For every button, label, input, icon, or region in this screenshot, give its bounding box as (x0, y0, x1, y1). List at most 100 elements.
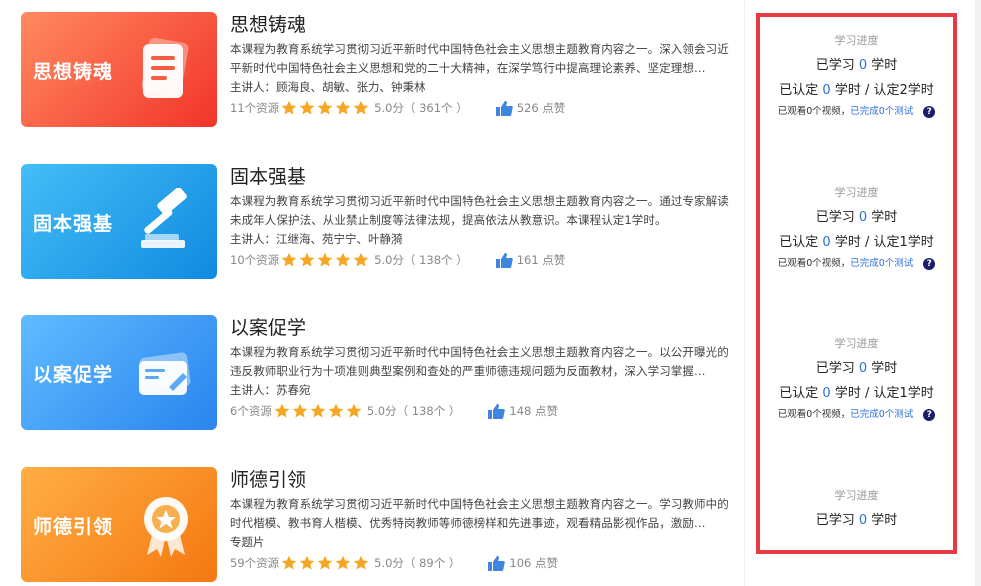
certified-hours: 已认定 0 学时 / 认定2学时 (779, 83, 934, 98)
thumbnail-label: 固本强基 (33, 213, 114, 235)
progress-block: 学习进度 已学习 0 学时 已认定 0 学时 / 认定2学时 已观看0个视频，已… (760, 33, 953, 119)
resource-count: 10个资源 (230, 253, 280, 267)
document-icon (141, 37, 189, 98)
star-icon (317, 252, 333, 267)
course-title[interactable]: 以案促学 (230, 315, 740, 341)
course-title[interactable]: 师德引领 (230, 467, 740, 493)
star-icon (335, 252, 351, 267)
star-icon (353, 555, 369, 570)
tests-link[interactable]: 已完成0个测试 (850, 408, 913, 422)
star-icon (299, 252, 315, 267)
star-icon (346, 403, 362, 418)
like-button[interactable]: 161 点赞 (495, 250, 566, 270)
progress-title: 学习进度 (834, 34, 879, 47)
star-icon (335, 555, 351, 570)
resource-count: 59个资源 (230, 556, 280, 570)
thumbnail-label: 思想铸魂 (33, 61, 114, 83)
like-count: 148 点赞 (509, 404, 558, 418)
course-description: 本课程为教育系统学习贯彻习近平新时代中国特色社会主义思想主题教育内容之一。以公开… (230, 345, 729, 378)
course-description: 本课程为教育系统学习贯彻习近平新时代中国特色社会主义思想主题教育内容之一。学习教… (230, 497, 729, 530)
course-meta: 10个资源 5.0分（ 138个 ） 161 点赞 (230, 250, 740, 270)
course-item-guben[interactable]: 固本强基 固本强基 本课程为教育系统学习贯彻习近平新时代中国特色社会主义思想主题… (0, 152, 745, 303)
star-icon (353, 252, 369, 267)
course-meta: 11个资源 5.0分（ 361个 ） 526 点赞 (230, 98, 740, 118)
course-title[interactable]: 固本强基 (230, 164, 740, 190)
course-thumbnail[interactable]: 以案促学 (21, 315, 217, 430)
course-lecturer: 主讲人：苏春宛 (230, 383, 311, 397)
star-icon (353, 100, 369, 115)
rating-score: 5.0分（ 138个 ） (366, 404, 461, 418)
like-button[interactable]: 106 点赞 (488, 553, 558, 573)
resource-count: 6个资源 (230, 404, 272, 418)
thumbs-up-icon (495, 252, 513, 268)
course-lecturer: 主讲人：江继海、苑宁宁、叶静漪 (230, 232, 403, 246)
course-thumbnail[interactable]: 固本强基 (21, 164, 217, 279)
help-icon[interactable]: ? (923, 409, 936, 421)
star-icon (281, 100, 297, 115)
progress-title: 学习进度 (834, 186, 879, 199)
rating-stars (281, 252, 371, 268)
tests-link[interactable]: 已完成0个测试 (850, 257, 913, 271)
star-icon (335, 100, 351, 115)
like-button[interactable]: 526 点赞 (495, 98, 566, 118)
like-button[interactable]: 148 点赞 (488, 401, 558, 421)
gavel-icon (141, 188, 187, 248)
resource-count: 11个资源 (230, 101, 280, 115)
progress-block: 学习进度 已学习 0 学时 已认定 0 学时 / 认定1学时 已观看0个视频，已… (760, 185, 953, 271)
course-item-shide[interactable]: 师德引领 师德引领 本课程为教育系统学习贯彻习近平新时代中国特色社会主义思想主题… (0, 455, 745, 586)
medal-icon (144, 497, 188, 557)
course-title[interactable]: 思想铸魂 (230, 12, 740, 38)
rating-score: 5.0分（ 89个 ） (374, 556, 461, 570)
rating-stars (281, 555, 371, 571)
star-icon (317, 100, 333, 115)
certified-hours: 已认定 0 学时 / 认定1学时 (779, 235, 934, 250)
progress-detail: 已观看0个视频， 已完成0个测试? (760, 408, 953, 422)
course-item-sixiang[interactable]: 思想铸魂 思想铸魂 本课程为教育系统学习贯彻习近平新时代中国特色社会主义思想主题… (0, 0, 745, 151)
rating-stars (274, 403, 364, 419)
certified-hours: 已认定 0 学时 / 认定1学时 (779, 386, 934, 401)
thumbnail-label: 以案促学 (33, 364, 114, 386)
thumbs-up-icon (495, 100, 513, 116)
course-lecturer: 主讲人：顾海良、胡敏、张力、钟秉林 (230, 80, 426, 94)
course-meta: 59个资源 5.0分（ 89个 ） 106 点赞 (230, 553, 740, 573)
star-icon (274, 403, 290, 418)
card-icon (139, 352, 191, 395)
course-thumbnail[interactable]: 师德引领 (21, 467, 217, 582)
scrollbar[interactable] (975, 0, 981, 586)
thumbs-up-icon (488, 555, 506, 571)
star-icon (299, 555, 315, 570)
star-icon (317, 555, 333, 570)
progress-detail: 已观看0个视频， 已完成0个测试? (760, 257, 953, 271)
like-count: 161 点赞 (516, 253, 566, 267)
like-count: 106 点赞 (509, 556, 558, 570)
course-meta: 6个资源 5.0分（ 138个 ） 148 点赞 (230, 401, 740, 421)
tests-link[interactable]: 已完成0个测试 (850, 105, 913, 119)
help-icon[interactable]: ? (923, 258, 936, 270)
rating-score: 5.0分（ 361个 ） (374, 101, 468, 115)
like-count: 526 点赞 (516, 101, 566, 115)
course-thumbnail[interactable]: 思想铸魂 (21, 12, 217, 127)
rating-score: 5.0分（ 138个 ） (374, 253, 468, 267)
course-description: 本课程为教育系统学习贯彻习近平新时代中国特色社会主义思想主题教育内容之一。深入领… (230, 42, 729, 75)
thumbs-up-icon (488, 403, 506, 419)
progress-detail: 已观看0个视频， 已完成0个测试? (760, 105, 953, 119)
star-icon (310, 403, 326, 418)
star-icon (292, 403, 308, 418)
star-icon (281, 252, 297, 267)
studied-hours: 已学习 0 学时 (815, 58, 898, 73)
studied-hours: 已学习 0 学时 (815, 210, 898, 225)
progress-title: 学习进度 (834, 489, 879, 502)
studied-hours: 已学习 0 学时 (815, 513, 898, 528)
star-icon (281, 555, 297, 570)
course-item-yian[interactable]: 以案促学 以案促学 本课程为教育系统学习贯彻习近平新时代中国特色社会主义思想主题… (0, 303, 745, 454)
progress-panel-highlight: 学习进度 已学习 0 学时 已认定 0 学时 / 认定2学时 已观看0个视频，已… (756, 13, 957, 554)
course-description-extra: 专题片 (230, 535, 265, 549)
help-icon[interactable]: ? (923, 106, 936, 118)
studied-hours: 已学习 0 学时 (815, 361, 898, 376)
star-icon (299, 100, 315, 115)
thumbnail-label: 师德引领 (33, 516, 114, 538)
rating-stars (281, 100, 371, 116)
star-icon (328, 403, 344, 418)
course-description: 本课程为教育系统学习贯彻习近平新时代中国特色社会主义思想主题教育内容之一。通过专… (230, 194, 729, 227)
progress-block: 学习进度 已学习 0 学时 (760, 488, 953, 530)
